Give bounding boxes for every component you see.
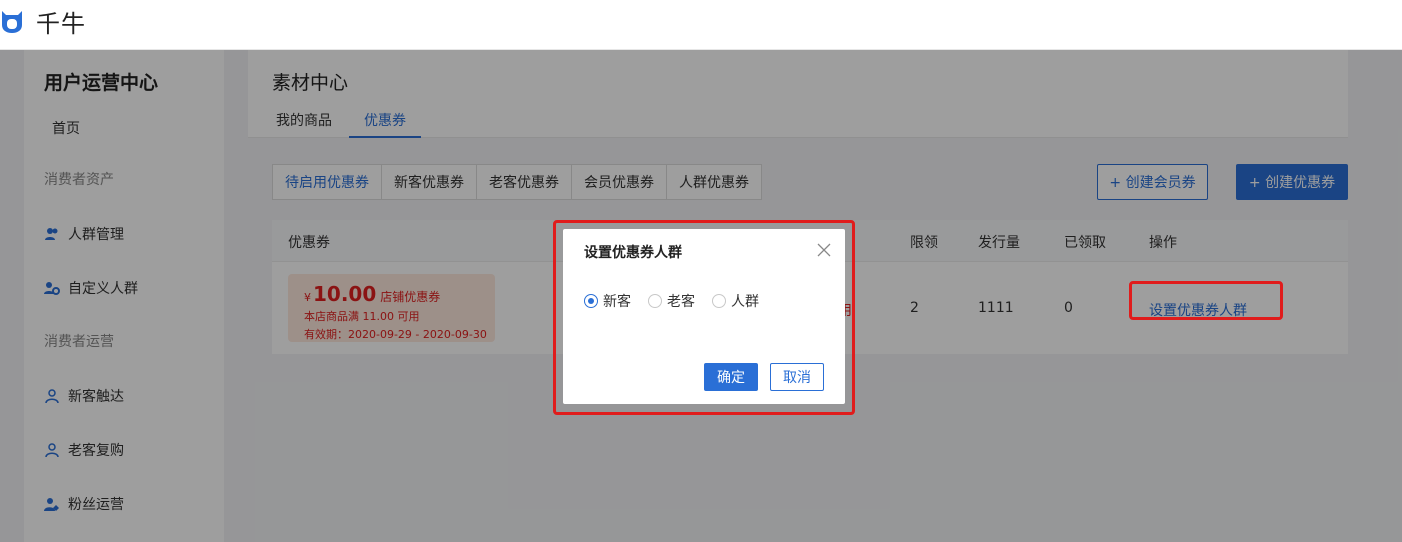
brand-logo[interactable]: 千牛 — [0, 6, 86, 38]
brand-name: 千牛 — [36, 9, 86, 38]
qianniu-logo-icon — [2, 11, 22, 33]
top-bar: 千牛 — [0, 0, 1402, 50]
highlight-box-action-link — [1129, 281, 1283, 320]
highlight-box-dialog — [553, 220, 855, 415]
